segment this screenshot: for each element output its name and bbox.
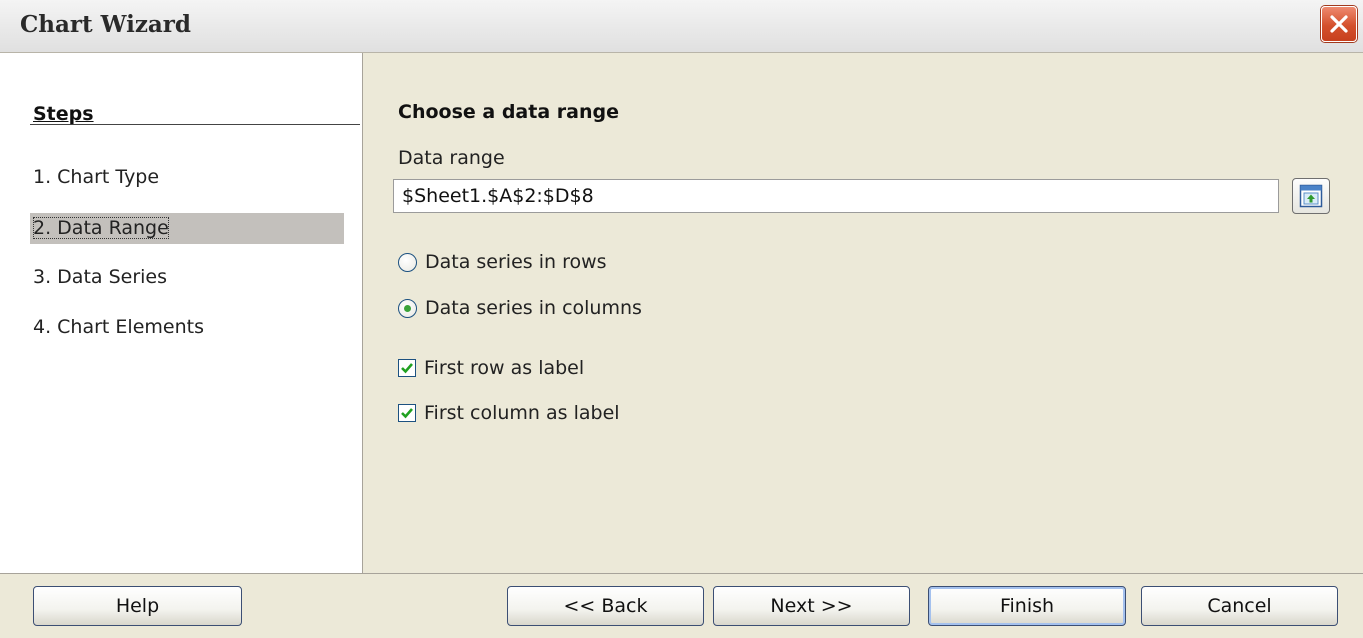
first-column-label-text: First column as label xyxy=(424,402,620,424)
checkbox-first-row-label[interactable]: First row as label xyxy=(398,355,584,381)
title-bar: Chart Wizard xyxy=(0,0,1363,53)
select-range-icon xyxy=(1299,184,1323,208)
checkbox-checked-icon xyxy=(398,404,416,422)
steps-panel: Steps 1. Chart Type 2. Data Range 3. Dat… xyxy=(0,53,363,573)
step-data-range[interactable]: 2. Data Range xyxy=(30,213,344,244)
dialog-title: Chart Wizard xyxy=(20,11,192,38)
step-data-range-label: 2. Data Range xyxy=(33,217,169,239)
next-button[interactable]: Next >> xyxy=(713,586,910,626)
radio-checked-icon xyxy=(398,298,417,318)
steps-divider xyxy=(30,124,360,125)
data-range-label: Data range xyxy=(398,147,505,169)
close-icon xyxy=(1330,15,1348,33)
radio-unchecked-icon xyxy=(398,252,417,272)
main-area: Steps 1. Chart Type 2. Data Range 3. Dat… xyxy=(0,53,1363,573)
chart-wizard-dialog: Chart Wizard Steps 1. Chart Type 2. Data… xyxy=(0,0,1363,638)
button-bar: Help << Back Next >> Finish Cancel xyxy=(0,573,1363,638)
first-row-label-text: First row as label xyxy=(424,357,585,379)
radio-data-series-columns[interactable]: Data series in columns xyxy=(398,295,642,321)
step-chart-elements[interactable]: 4. Chart Elements xyxy=(30,312,344,343)
steps-heading: Steps xyxy=(33,103,94,125)
radio-columns-label: Data series in columns xyxy=(425,297,642,319)
step-chart-type[interactable]: 1. Chart Type xyxy=(30,162,344,193)
cancel-button[interactable]: Cancel xyxy=(1141,586,1338,626)
finish-button[interactable]: Finish xyxy=(928,586,1126,626)
step-data-series[interactable]: 3. Data Series xyxy=(30,262,344,293)
help-button[interactable]: Help xyxy=(33,586,242,626)
checkbox-checked-icon xyxy=(398,359,416,377)
radio-data-series-rows[interactable]: Data series in rows xyxy=(398,249,607,275)
close-button[interactable] xyxy=(1321,6,1357,42)
section-heading: Choose a data range xyxy=(398,101,619,123)
data-range-input[interactable]: $Sheet1.$A$2:$D$8 xyxy=(393,179,1279,213)
select-range-button[interactable] xyxy=(1292,178,1330,214)
back-button[interactable]: << Back xyxy=(507,586,704,626)
checkbox-first-column-label[interactable]: First column as label xyxy=(398,400,620,426)
radio-rows-label: Data series in rows xyxy=(425,251,607,273)
